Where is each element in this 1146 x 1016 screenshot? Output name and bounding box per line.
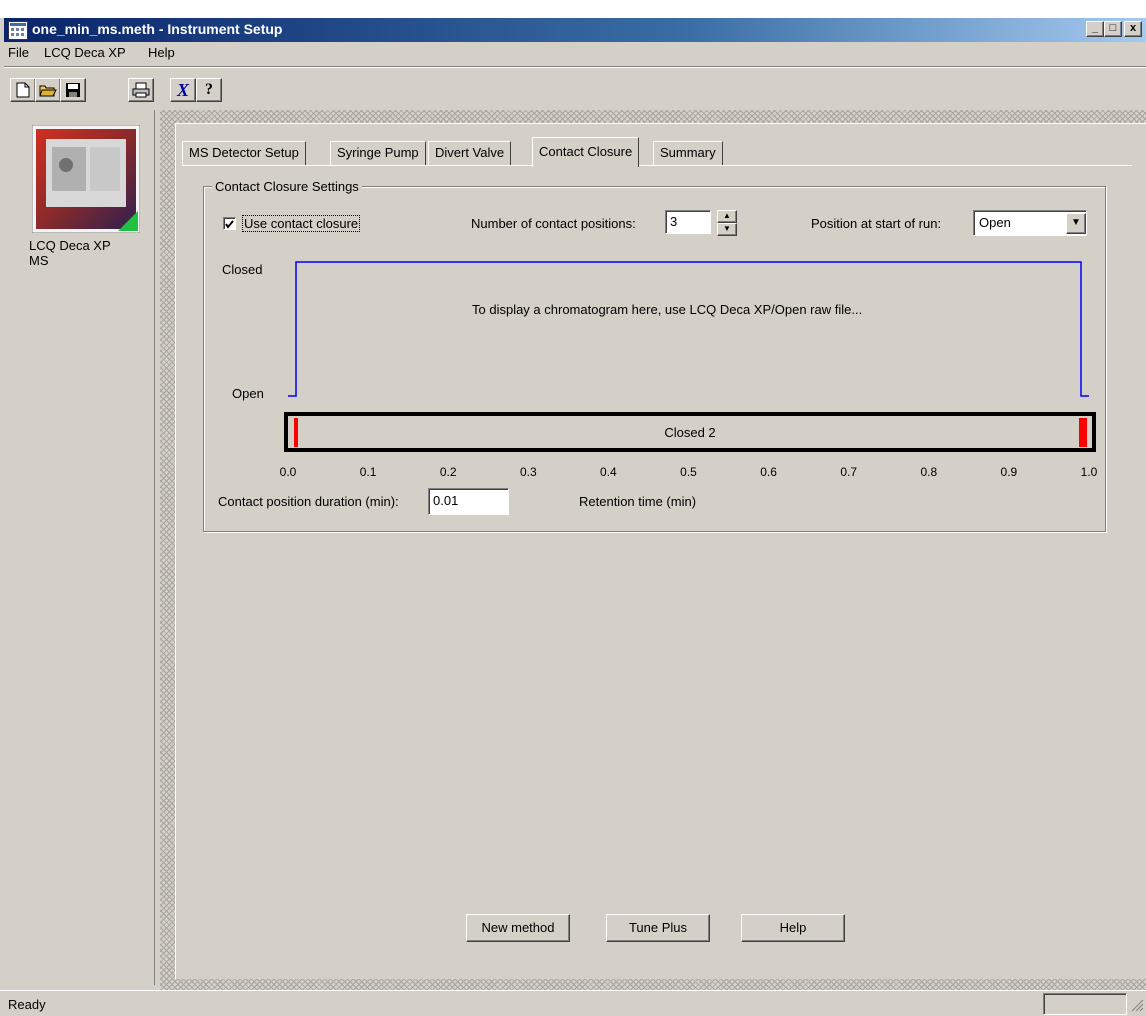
status-bar [0, 990, 1146, 1016]
position-marker[interactable] [294, 418, 298, 447]
x-tick-label: 0.6 [760, 465, 777, 479]
duration-input[interactable]: 0.01 [428, 488, 509, 515]
status-text: Ready [8, 997, 46, 1012]
x-tick-label: 0.9 [1000, 465, 1018, 479]
help-button[interactable]: Help [741, 914, 845, 942]
timeline-segment-label: Closed 2 [664, 425, 716, 440]
tune-plus-button[interactable]: Tune Plus [606, 914, 710, 942]
resize-grip-icon[interactable] [1128, 996, 1144, 1012]
tab-contact-closure[interactable]: Contact Closure [532, 137, 640, 167]
x-tick-label: 0.1 [359, 465, 377, 479]
x-tick-label: 0.0 [279, 465, 297, 479]
x-tick-label: 0.5 [680, 465, 697, 479]
x-axis-label: Retention time (min) [579, 494, 697, 509]
x-tick-label: 0.2 [439, 465, 457, 479]
status-panel [1043, 993, 1127, 1015]
new-method-button[interactable]: New method [466, 914, 570, 942]
series-line [288, 261, 1089, 397]
x-tick-label: 0.3 [519, 465, 537, 479]
duration-label: Contact position duration (min): [218, 494, 399, 509]
x-tick-label: 0.4 [600, 465, 617, 479]
position-marker[interactable] [1082, 418, 1087, 447]
x-tick-label: 0.8 [920, 465, 938, 479]
x-tick-label: 0.7 [840, 465, 858, 479]
x-tick-label: 1.0 [1080, 465, 1098, 479]
